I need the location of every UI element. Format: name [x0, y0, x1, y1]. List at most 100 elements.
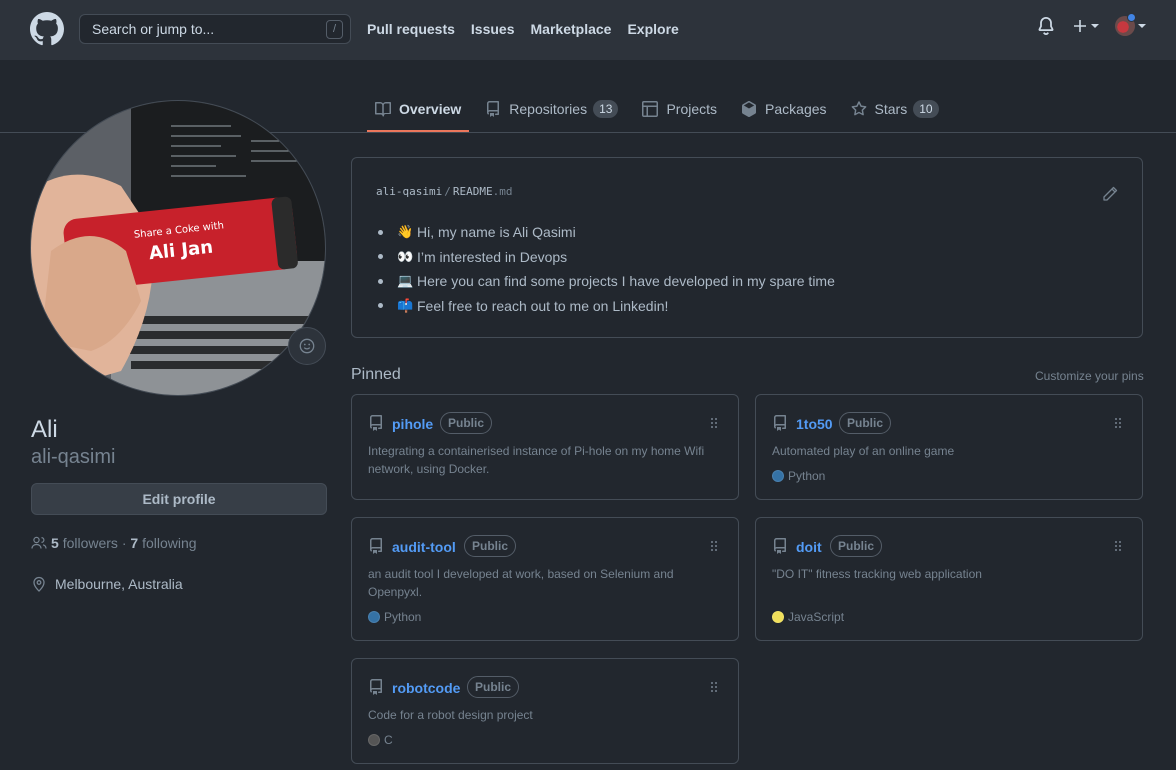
followers-label[interactable]: followers	[63, 535, 118, 551]
nav-explore[interactable]: Explore	[627, 21, 678, 37]
tab-overview[interactable]: Overview	[367, 88, 470, 132]
set-status-button[interactable]	[288, 327, 326, 365]
repo-link[interactable]: pihole	[392, 416, 433, 432]
pinned-card-doit: doit Public "DO IT" fitness tracking web…	[755, 517, 1143, 641]
nav-pull-requests[interactable]: Pull requests	[367, 21, 455, 37]
repo-language: Python	[772, 469, 825, 483]
repo-link[interactable]: audit-tool	[392, 539, 456, 555]
repo-link[interactable]: robotcode	[392, 680, 460, 696]
pinned-card-pihole: pihole Public Integrating a containerise…	[351, 394, 739, 500]
search-input[interactable]: Search or jump to... /	[79, 14, 351, 44]
list-item-text: I’m interested in Devops	[417, 248, 568, 265]
repo-icon	[369, 415, 382, 431]
tab-projects[interactable]: Projects	[634, 88, 725, 130]
following-count[interactable]: 7	[130, 535, 138, 551]
visibility-badge: Public	[839, 412, 892, 434]
tab-label: Repositories	[509, 101, 588, 117]
list-item: 📫 Feel free to reach out to me on Linkedi…	[376, 294, 835, 319]
following-label[interactable]: following	[142, 535, 196, 551]
nav-marketplace[interactable]: Marketplace	[531, 21, 612, 37]
drag-handle-icon[interactable]	[1114, 540, 1122, 552]
waving-hand-icon: 👋	[397, 224, 414, 240]
edit-profile-button[interactable]: Edit profile	[31, 483, 327, 515]
search-shortcut-key: /	[326, 20, 343, 39]
language-label: JavaScript	[788, 610, 845, 624]
mailbox-icon: 📫	[397, 297, 414, 313]
repo-description: "DO IT" fitness tracking web application	[772, 565, 1122, 583]
visibility-badge: Public	[464, 535, 517, 557]
drag-handle-icon[interactable]	[710, 540, 718, 552]
profile-username: ali-qasimi	[31, 446, 116, 468]
desc-line: Integrating a containerised instance of …	[368, 444, 705, 458]
list-item-text: Here you can find some projects I have d…	[417, 273, 835, 290]
readme-file-link[interactable]: README	[453, 185, 493, 198]
followers-count[interactable]: 5	[51, 535, 59, 551]
status-dot	[1127, 13, 1136, 22]
profile-avatar[interactable]: Share a Coke with Ali Jan	[30, 100, 326, 396]
repo-description: an audit tool I developed at work, based…	[368, 565, 718, 601]
repo-language: Python	[368, 610, 421, 624]
desc-line: network, using Docker.	[368, 462, 490, 476]
follow-separator: ·	[121, 535, 127, 551]
bell-icon[interactable]	[1036, 16, 1056, 36]
create-new-menu[interactable]	[1072, 18, 1099, 34]
tab-label: Projects	[666, 101, 718, 117]
repo-count-badge: 13	[593, 100, 619, 118]
readme-owner-link[interactable]: ali-qasimi	[376, 185, 442, 198]
avatar-photo: Share a Coke with Ali Jan	[31, 101, 325, 395]
visibility-badge: Public	[467, 676, 520, 698]
top-header: Search or jump to... / Pull requests Iss…	[0, 0, 1176, 60]
package-icon	[742, 101, 757, 117]
profile-location: Melbourne, Australia	[31, 576, 183, 592]
list-item: 👀 I’m interested in Devops	[376, 245, 835, 270]
repo-icon	[369, 679, 382, 695]
tab-label: Stars	[874, 101, 908, 117]
header-actions	[1036, 13, 1146, 36]
desc-line: Openpyxl.	[368, 585, 423, 599]
location-icon	[33, 576, 45, 592]
user-menu[interactable]	[1115, 13, 1146, 36]
drag-handle-icon[interactable]	[1114, 417, 1122, 429]
language-color-dot	[368, 734, 380, 746]
star-icon	[851, 101, 866, 116]
smiley-icon	[299, 338, 315, 354]
readme-path: ali-qasimi / README.md	[376, 185, 512, 198]
search-placeholder: Search or jump to...	[92, 21, 215, 37]
repo-icon	[773, 538, 786, 554]
visibility-badge: Public	[830, 535, 883, 557]
repo-link[interactable]: doit	[796, 539, 822, 555]
profile-fullname: Ali	[31, 416, 58, 443]
book-icon	[375, 102, 391, 117]
repo-link[interactable]: 1to50	[796, 416, 833, 432]
list-item: 👋 Hi, my name is Ali Qasimi	[376, 220, 835, 245]
repo-icon	[369, 538, 382, 554]
language-color-dot	[772, 470, 784, 482]
profile-readme: ali-qasimi / README.md 👋 Hi, my name is Ali…	[351, 157, 1143, 338]
language-label: Python	[788, 469, 826, 483]
pencil-icon[interactable]	[1102, 186, 1118, 202]
customize-pins-link[interactable]: Customize your pins	[1035, 369, 1144, 383]
laptop-icon: 💻	[397, 273, 414, 289]
location-text: Melbourne, Australia	[55, 576, 183, 592]
nav-issues[interactable]: Issues	[471, 21, 515, 37]
path-separator: /	[444, 185, 451, 198]
repo-description: Code for a robot design project	[368, 706, 718, 724]
repo-icon	[487, 101, 500, 117]
stars-count-badge: 10	[913, 100, 939, 118]
drag-handle-icon[interactable]	[710, 417, 718, 429]
repo-language: JavaScript	[772, 610, 844, 624]
language-color-dot	[772, 611, 784, 623]
tab-packages[interactable]: Packages	[733, 88, 834, 130]
project-icon	[642, 101, 659, 117]
drag-handle-icon[interactable]	[710, 681, 718, 693]
chevron-down-icon	[1138, 24, 1146, 28]
tab-repositories[interactable]: Repositories 13	[477, 88, 626, 130]
desc-line: Automated play of an online game	[772, 444, 955, 458]
language-label: Python	[384, 610, 422, 624]
pinned-card-robotcode: robotcode Public Code for a robot design…	[351, 658, 739, 764]
tab-stars[interactable]: Stars 10	[843, 88, 947, 130]
pinned-card-1to50: 1to50 Public Automated play of an online…	[755, 394, 1143, 500]
readme-list: 👋 Hi, my name is Ali Qasimi 👀 I’m interest…	[376, 220, 835, 318]
pinned-title: Pinned	[351, 366, 401, 383]
github-logo-icon[interactable]	[30, 12, 64, 46]
